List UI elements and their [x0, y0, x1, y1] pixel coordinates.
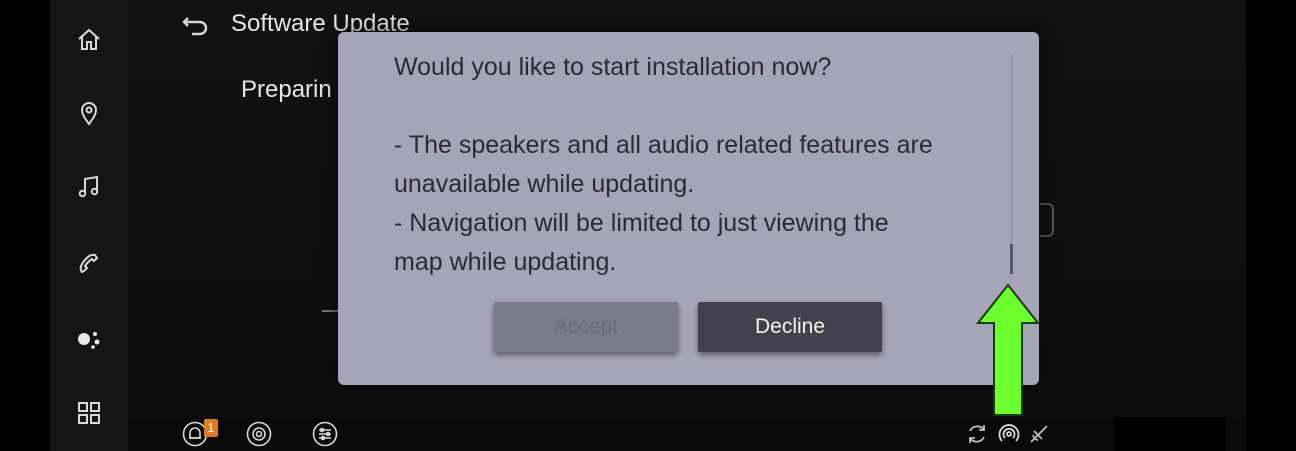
background-control: [1040, 203, 1054, 237]
dialog-line: [394, 87, 994, 126]
text-fade-overlay: [394, 270, 994, 310]
music-icon[interactable]: [72, 170, 106, 204]
dialog-message: Would you like to start installation now…: [394, 48, 994, 310]
dialog-line: unavailable while updating.: [394, 170, 695, 198]
decline-button[interactable]: Decline: [698, 302, 882, 352]
dialog-scrollbar-track[interactable]: [1010, 54, 1013, 274]
dialog-line: Would you like to start installation now…: [394, 53, 832, 81]
bottom-status-bar: [128, 417, 1246, 451]
corner-block: [1114, 417, 1226, 451]
install-confirmation-dialog: Would you like to start installation now…: [338, 32, 1039, 385]
back-arrow-icon[interactable]: [180, 10, 212, 42]
phone-icon[interactable]: [72, 246, 106, 280]
home-icon[interactable]: [72, 22, 106, 56]
notification-badge: 1: [204, 419, 218, 437]
apps-grid-icon[interactable]: [72, 396, 106, 430]
infotainment-screen: Software Update Preparin Would you like …: [50, 0, 1246, 451]
dialog-line: - The speakers and all audio related fea…: [394, 131, 933, 159]
satellite-off-icon: [1024, 419, 1054, 449]
side-nav-rail: [50, 0, 128, 451]
assistant-icon[interactable]: [72, 322, 106, 356]
location-pin-icon[interactable]: [72, 96, 106, 130]
settings-icon[interactable]: [244, 419, 274, 449]
dialog-scrollbar-thumb[interactable]: [1010, 244, 1013, 274]
update-status-text: Preparin: [241, 76, 332, 103]
wireless-signal-icon: [994, 419, 1024, 449]
sync-icon: [962, 419, 992, 449]
accept-button[interactable]: Accept: [494, 302, 678, 352]
up-arrow-annotation-icon: [976, 283, 1040, 416]
dialog-line: - Navigation will be limited to just vie…: [394, 209, 889, 237]
equalizer-icon[interactable]: [310, 419, 340, 449]
